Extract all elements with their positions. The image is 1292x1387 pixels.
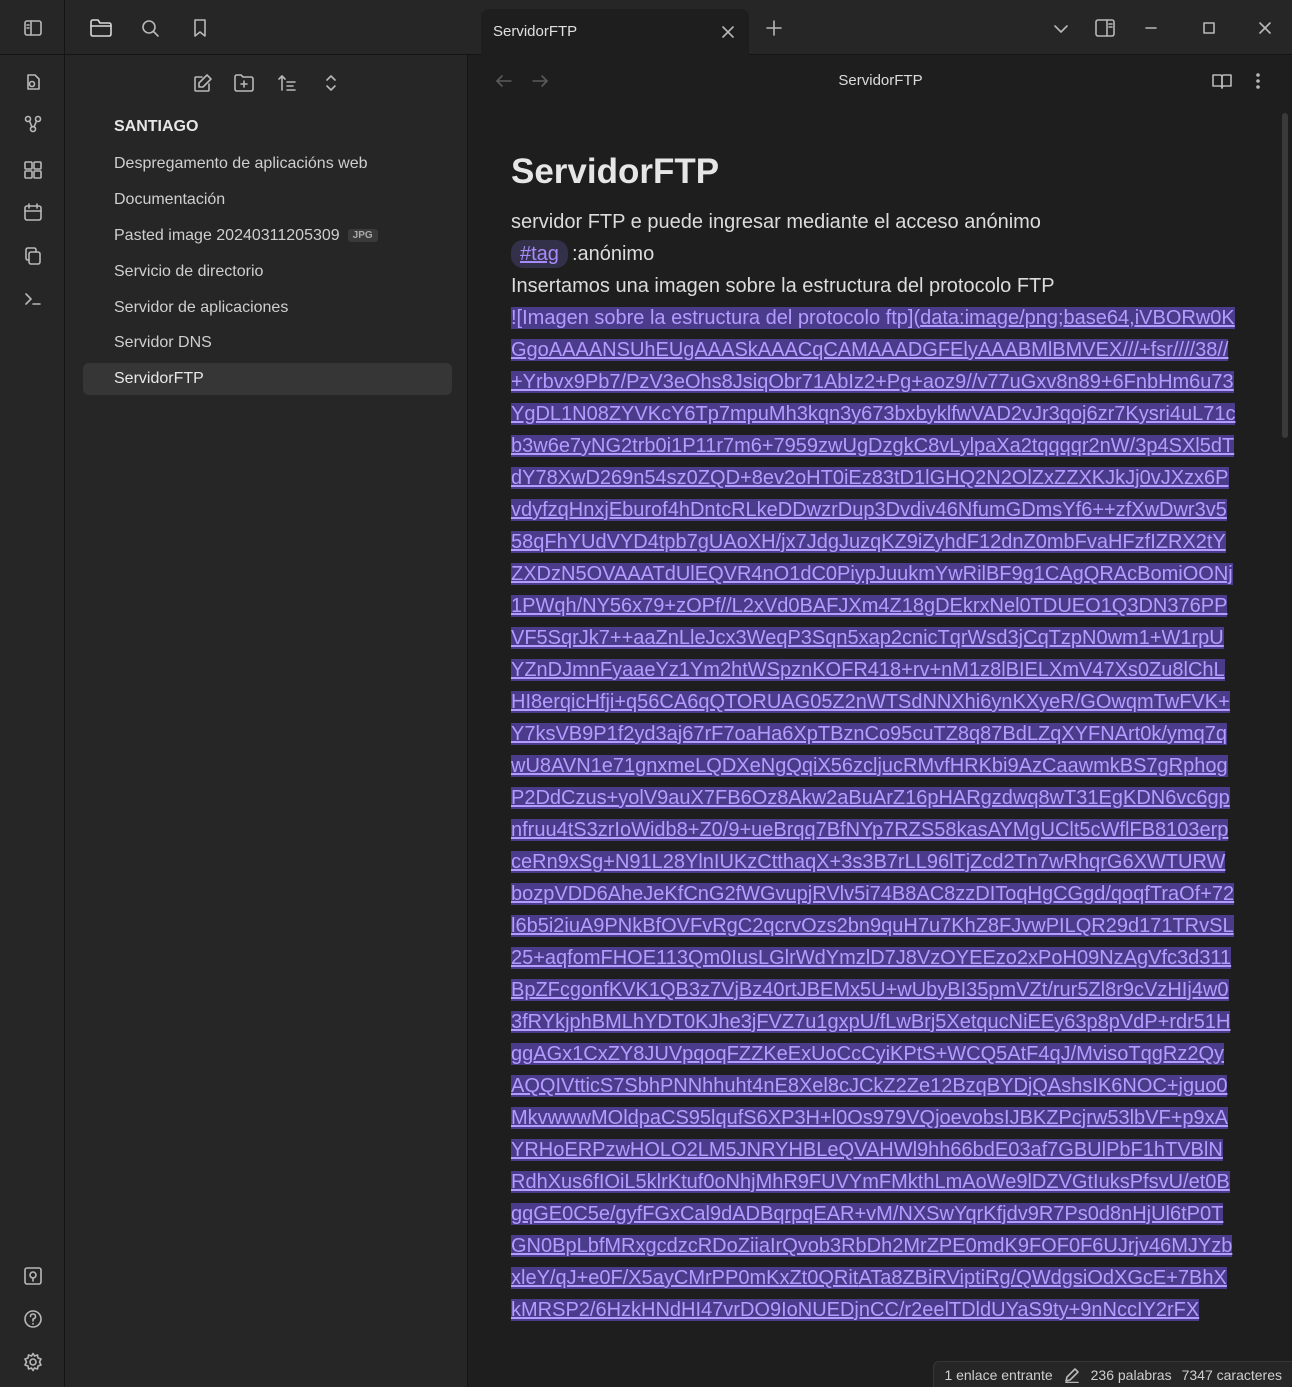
editor-pane: ServidorFTP ServidorFTP servidor FTP e p… xyxy=(469,55,1292,1387)
sort-icon[interactable] xyxy=(275,72,299,94)
bookmark-icon[interactable] xyxy=(189,17,211,39)
terminal-icon[interactable] xyxy=(22,288,44,310)
tag-line: #tag :anónimo xyxy=(511,238,1236,270)
calendar-icon[interactable] xyxy=(22,201,44,223)
tag-text: #tag xyxy=(520,243,559,265)
file-item-servidorftp[interactable]: ServidorFTP xyxy=(83,363,452,395)
copy-icon[interactable] xyxy=(22,245,44,267)
search-icon[interactable] xyxy=(139,17,161,39)
pencil-icon[interactable] xyxy=(1063,1366,1081,1384)
graph-icon[interactable] xyxy=(22,113,44,135)
right-sidebar-toggle-icon[interactable] xyxy=(1092,17,1118,39)
image-alt-text: ![Imagen sobre la estructura del protoco… xyxy=(511,307,921,329)
image-embed-markdown[interactable]: ![Imagen sobre la estructura del protoco… xyxy=(511,302,1236,1326)
collapse-icon[interactable] xyxy=(319,72,343,94)
maximize-icon[interactable] xyxy=(1198,17,1220,39)
switcher-icon[interactable] xyxy=(22,71,44,93)
tab-title: ServidorFTP xyxy=(493,23,578,40)
word-count: 236 palabras xyxy=(1090,1366,1172,1383)
note-line: servidor FTP e puede ingresar mediante e… xyxy=(511,211,1041,233)
note-content[interactable]: ServidorFTP servidor FTP e puede ingresa… xyxy=(511,152,1236,1326)
settings-icon[interactable] xyxy=(22,1351,44,1373)
file-item-despregamento[interactable]: Despregamento de aplicacións web xyxy=(83,148,452,180)
plus-icon[interactable] xyxy=(763,17,785,39)
help-icon[interactable] xyxy=(22,1308,44,1330)
new-folder-icon[interactable] xyxy=(232,72,256,94)
vault-icon[interactable] xyxy=(22,1265,44,1287)
view-header-title[interactable]: ServidorFTP xyxy=(469,72,1292,89)
ribbon xyxy=(0,55,65,1387)
note-heading: ServidorFTP xyxy=(511,152,720,191)
status-bar: 1 enlace entrante 236 palabras 7347 cara… xyxy=(933,1361,1292,1387)
backlinks-count[interactable]: 1 enlace entrante xyxy=(944,1367,1052,1383)
file-item-label: Servidor DNS xyxy=(114,334,212,351)
file-name: Pasted image 20240311205309 xyxy=(114,227,340,244)
file-item-label: Documentación xyxy=(114,191,226,208)
canvas-icon[interactable] xyxy=(22,159,44,181)
file-item-documentacion[interactable]: Documentación xyxy=(83,184,452,216)
reading-view-icon[interactable] xyxy=(1210,70,1234,92)
scrollbar-thumb[interactable] xyxy=(1282,113,1288,438)
sidebar-toggle-icon[interactable] xyxy=(22,17,44,39)
file-item-label: ServidorFTP xyxy=(114,370,204,387)
minimize-icon[interactable] xyxy=(1140,17,1162,39)
tag-suffix: :anónimo xyxy=(571,243,655,265)
file-ext-badge: JPG xyxy=(347,229,378,242)
close-icon[interactable] xyxy=(717,21,739,43)
new-note-icon[interactable] xyxy=(191,72,215,94)
file-item-servidor-dns[interactable]: Servidor DNS xyxy=(83,327,452,359)
file-item-label: Pasted image 20240311205309 JPG xyxy=(114,227,378,245)
file-item-pasted-image[interactable]: Pasted image 20240311205309 JPG xyxy=(83,220,452,252)
tag-pill[interactable]: #tag xyxy=(511,240,568,268)
title-bar: ServidorFTP xyxy=(0,0,1292,55)
folder-icon[interactable] xyxy=(88,16,114,40)
note-line: Insertamos una imagen sobre la estructur… xyxy=(511,275,1055,297)
ribbon-header xyxy=(0,0,65,55)
file-item-servicio-directorio[interactable]: Servicio de directorio xyxy=(83,256,452,288)
more-options-icon[interactable] xyxy=(1248,70,1268,92)
file-item-label: Despregamento de aplicacións web xyxy=(114,155,368,172)
tab-servidorftp[interactable]: ServidorFTP xyxy=(481,9,749,55)
file-item-label: Servicio de directorio xyxy=(114,263,264,280)
image-data-url[interactable]: data:image/png;base64,iVBORw0KGgoAAAANSU… xyxy=(511,307,1236,1289)
close-window-icon[interactable] xyxy=(1254,17,1276,39)
file-item-servidor-aplicaciones[interactable]: Servidor de aplicaciones xyxy=(83,292,452,324)
char-count: 7347 caracteres xyxy=(1181,1366,1282,1383)
vault-root[interactable]: SANTIAGO xyxy=(114,118,198,136)
file-explorer: SANTIAGO Despregamento de aplicacións we… xyxy=(65,55,468,1387)
chevron-down-icon[interactable] xyxy=(1050,19,1072,39)
file-item-label: Servidor de aplicaciones xyxy=(114,299,289,316)
